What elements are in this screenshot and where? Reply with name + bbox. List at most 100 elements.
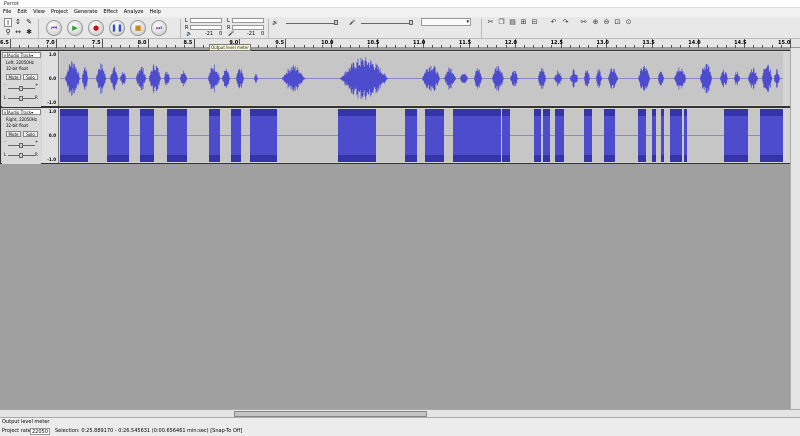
gain-minus-label: -	[4, 139, 6, 144]
skip-start-button[interactable]: ⏮	[46, 20, 62, 36]
input-volume-knob[interactable]	[409, 20, 413, 25]
undo-icon[interactable]: ↶	[549, 18, 558, 27]
waveform-block	[405, 109, 417, 162]
fit-selection-icon[interactable]: ⊡	[613, 18, 622, 27]
pause-button[interactable]: ❚❚	[109, 20, 125, 36]
menu-project[interactable]: Project	[48, 8, 71, 17]
waveform-burst	[254, 73, 258, 84]
speaker-icon[interactable]: 🔈	[186, 31, 192, 37]
menu-edit[interactable]: Edit	[14, 8, 30, 17]
waveform-burst	[136, 67, 146, 90]
waveform-clip-band	[760, 155, 783, 162]
skip-end-button[interactable]: ⏭	[151, 20, 167, 36]
playback-meter-left-label: L	[185, 18, 188, 24]
waveform-clip-band	[684, 155, 687, 162]
microphone-icon[interactable]: 🎤	[228, 31, 234, 37]
pan-knob[interactable]	[19, 153, 23, 158]
zoom-in-icon[interactable]: ⊕	[591, 18, 600, 27]
paste-icon[interactable]: ▤	[508, 18, 517, 27]
waveform-clip-band	[543, 109, 550, 116]
input-source-select[interactable]: ▾	[421, 18, 471, 26]
track-info-format: 32-bit float	[6, 123, 29, 128]
waveform-burst	[120, 72, 126, 85]
track-info-channel: Left, 22050Hz	[6, 60, 34, 65]
record-button[interactable]: ●	[88, 20, 104, 36]
waveform-burst	[422, 65, 440, 92]
zoom-tool-icon[interactable]: ⚲	[4, 28, 12, 37]
envelope-tool-icon[interactable]: ↕	[14, 18, 22, 27]
record-meter-left	[232, 18, 264, 23]
selection-tool-icon[interactable]: I	[4, 18, 12, 27]
project-rate-label: Project rate:	[2, 428, 33, 434]
menu-view[interactable]: View	[30, 8, 48, 17]
ruler-label: 13.0	[596, 40, 609, 46]
waveform-clip-band	[670, 109, 682, 116]
ruler-tick	[569, 45, 571, 48]
waveform-clip-band	[480, 109, 500, 116]
draw-tool-icon[interactable]: ✎	[25, 18, 33, 27]
ruler-label: 8.0	[137, 40, 147, 46]
cut-icon[interactable]: ✂	[486, 18, 495, 27]
waveform-clip-band	[60, 109, 88, 116]
waveform-clip-band	[250, 155, 277, 162]
zoom-out-icon[interactable]: ⊖	[602, 18, 611, 27]
solo-button[interactable]: Solo	[23, 74, 38, 80]
waveform-burst	[762, 64, 772, 93]
project-rate-select[interactable]: 22050	[30, 428, 50, 435]
ruler-tick	[404, 45, 406, 48]
empty-track-area[interactable]	[0, 164, 790, 409]
chevron-down-icon: ▾	[31, 53, 34, 58]
track-name-menu[interactable]: ×Audio Track▾	[2, 52, 41, 58]
input-volume-slider[interactable]	[361, 23, 413, 24]
output-volume-icon: 🔊	[272, 20, 279, 26]
redo-icon[interactable]: ↷	[561, 18, 570, 27]
waveform-right[interactable]	[60, 109, 783, 162]
waveform-clip-band	[661, 109, 664, 116]
gain-knob[interactable]	[19, 86, 23, 91]
ruler-tick	[487, 45, 489, 48]
ruler-tick	[634, 45, 635, 48]
mute-button[interactable]: Mute	[6, 131, 21, 137]
stop-button[interactable]: ■	[130, 20, 146, 36]
ruler-tick	[285, 39, 287, 48]
ruler-tick	[624, 45, 626, 48]
waveform-left[interactable]	[60, 52, 783, 105]
menu-analyze[interactable]: Analyze	[121, 8, 147, 17]
timeline-ruler[interactable]: 6.5 7.0 7.5 8.0 8.5 9.0 9.5 10.0 10.5 11.0 11.5 12.…	[0, 39, 800, 48]
menu-help[interactable]: Help	[147, 8, 164, 17]
trim-icon[interactable]: ⊞	[519, 18, 528, 27]
waveform-burst	[638, 66, 650, 91]
sync-lock-icon[interactable]: ⚯	[579, 18, 588, 27]
gain-plus-label: +	[35, 82, 39, 87]
ruler-tick	[661, 45, 663, 48]
mute-button[interactable]: Mute	[6, 74, 21, 80]
output-volume-knob[interactable]	[334, 20, 338, 25]
ruler-tick	[386, 45, 388, 48]
silence-icon[interactable]: ⊟	[530, 18, 539, 27]
track-info-channel: Right, 22050Hz	[6, 117, 37, 122]
timeshift-tool-icon[interactable]: ↔	[14, 28, 22, 37]
vertical-scale: 1.0 0.0 -1.0	[42, 108, 59, 163]
waveform-clip-band	[604, 109, 615, 116]
chevron-down-icon: ▾	[31, 110, 34, 115]
ruler-tick	[340, 45, 342, 48]
track-name-menu[interactable]: ×Audio Track▾	[2, 109, 41, 115]
menu-file[interactable]: File	[0, 8, 14, 17]
horizontal-scrollbar[interactable]	[0, 409, 800, 417]
scale-top: 1.0	[48, 52, 56, 57]
record-meter-right	[232, 25, 264, 30]
vertical-scrollbar[interactable]	[790, 48, 800, 409]
play-button[interactable]: ▶	[67, 20, 83, 36]
copy-icon[interactable]: ❐	[497, 18, 506, 27]
gain-knob[interactable]	[19, 143, 23, 148]
output-volume-slider[interactable]	[286, 23, 338, 24]
menu-effect[interactable]: Effect	[100, 8, 120, 17]
skip-start-icon: ⏮	[50, 24, 58, 32]
multi-tool-icon[interactable]: ✱	[25, 28, 33, 37]
waveform-burst	[474, 68, 483, 89]
menu-generate[interactable]: Generate	[71, 8, 100, 17]
pan-knob[interactable]	[19, 96, 23, 101]
solo-button[interactable]: Solo	[23, 131, 38, 137]
audacity-window: Parrot File Edit View Project Generate Effect…	[0, 0, 800, 436]
fit-project-icon[interactable]: ⊙	[624, 18, 633, 27]
